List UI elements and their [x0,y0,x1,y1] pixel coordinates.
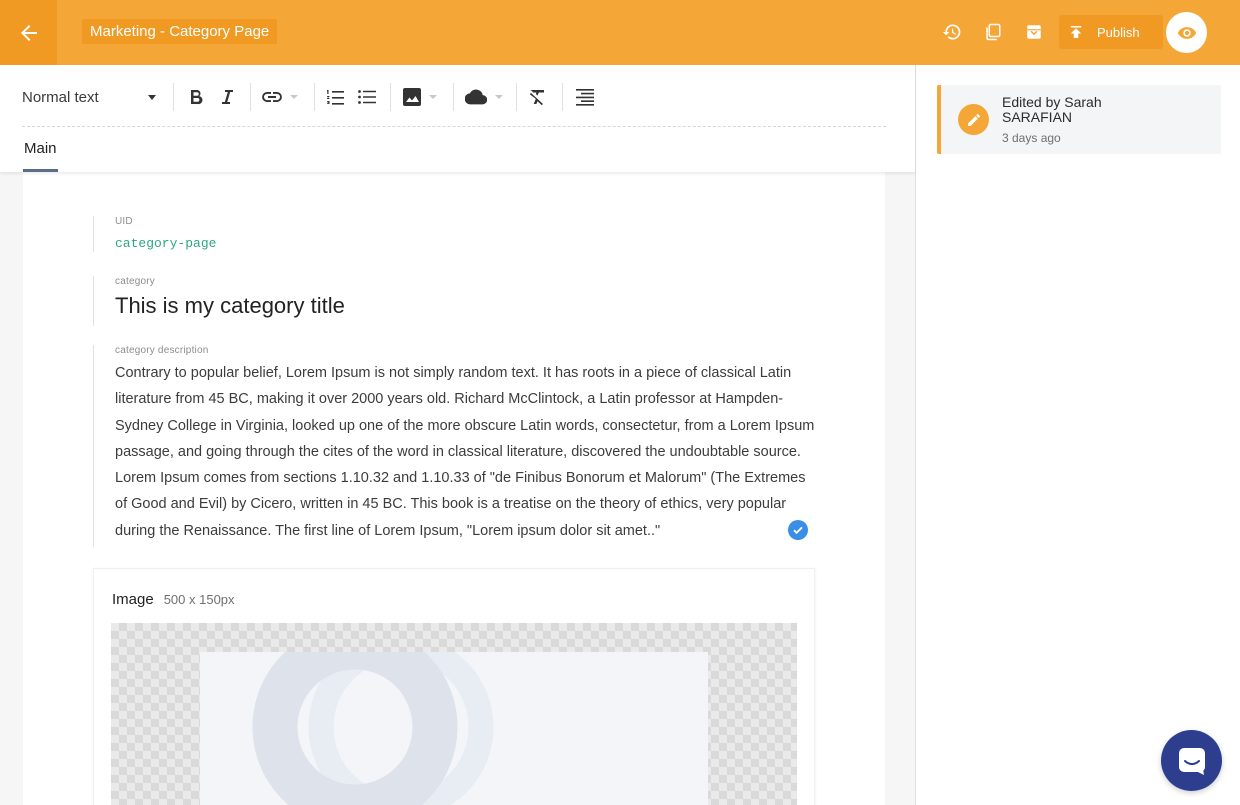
uid-field[interactable]: UID category-page [93,216,216,252]
chevron-down-icon [290,95,298,99]
clear-format-icon [529,90,544,105]
uid-label: UID [115,216,133,227]
italic-icon [222,90,233,104]
duplicate-icon [986,23,1001,41]
ordered-list-button[interactable] [325,85,345,109]
italic-button[interactable] [219,85,235,109]
back-arrow-icon [20,24,37,41]
toolbar-dashed-divider [22,126,886,127]
image-size: 500 x 150px [163,592,235,607]
bullet-list-icon [358,90,376,104]
chat-icon [1178,747,1205,775]
editor-toolbar: Normal text Main [0,65,915,172]
archive-button[interactable] [1022,20,1046,44]
top-bar: Marketing - Category Page Publish [0,0,1240,65]
image-field: Image 500 x 150px [93,568,815,805]
toolbar-divider [453,83,454,111]
cloud-embed-icon [465,89,487,105]
archive-icon [1027,25,1041,39]
toolbar-divider [390,83,391,111]
category-description-field[interactable]: category description Contrary to popular… [93,345,815,547]
clear-format-button[interactable] [528,85,548,109]
chat-launcher-button[interactable] [1161,730,1222,791]
link-button[interactable] [262,85,308,109]
chevron-down-icon [148,95,156,100]
bullet-list-button[interactable] [357,85,377,109]
check-icon [788,520,808,540]
align-right-button[interactable] [575,85,595,109]
back-button[interactable] [0,0,57,65]
category-title[interactable]: This is my category title [115,293,345,319]
image-dropzone[interactable] [111,623,797,805]
description-label: category description [115,345,209,356]
bold-button[interactable] [187,85,205,109]
image-header: Image 500 x 150px [112,591,235,608]
history-icon [942,24,961,40]
text-style-select[interactable]: Normal text [22,87,160,107]
description-text[interactable]: Contrary to popular belief, Lorem Ipsum … [115,360,815,544]
publish-label: Publish [1097,24,1140,40]
link-icon [262,92,282,102]
edited-by: Edited by Sarah SARAFIAN [1002,94,1102,125]
pencil-icon [958,104,989,135]
image-icon [403,88,421,106]
image-title: Image [112,591,154,608]
chevron-down-icon [429,95,437,99]
duplicate-button[interactable] [981,20,1005,44]
document-content: UID category-page category This is my ca… [23,172,885,805]
uid-value[interactable]: category-page [115,236,216,251]
preview-button[interactable] [1166,12,1207,53]
toolbar-divider [250,83,251,111]
category-label: category [115,276,155,287]
eye-icon [1177,26,1196,39]
toolbar-divider [562,83,563,111]
history-button[interactable] [940,20,964,44]
activity-sidebar: Edited by Sarah SARAFIAN 3 days ago [917,65,1240,805]
image-button[interactable] [403,85,445,109]
text-style-value: Normal text [22,88,99,106]
document-title: Marketing - Category Page [82,19,278,44]
bold-icon [191,90,203,105]
editor-pane: Normal text Main UID category-page categ… [0,65,916,805]
toolbar-divider [173,83,174,111]
ordered-list-icon [327,90,344,105]
embed-button[interactable] [465,85,507,109]
align-right-icon [576,89,594,106]
category-field[interactable]: category This is my category title [93,276,345,326]
chevron-down-icon [495,95,503,99]
tab-main[interactable]: Main [23,140,58,172]
edit-history-card[interactable]: Edited by Sarah SARAFIAN 3 days ago [937,85,1221,154]
image-placeholder [200,652,708,805]
toolbar-divider [516,83,517,111]
placeholder-graphic [252,652,494,805]
publish-upload-icon [1070,26,1082,38]
publish-button[interactable]: Publish [1059,15,1163,49]
edited-time: 3 days ago [1002,131,1061,145]
toolbar-divider [314,83,315,111]
